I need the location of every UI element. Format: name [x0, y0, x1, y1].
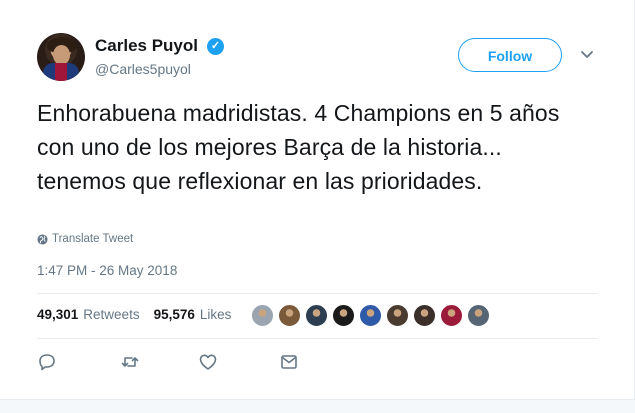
retweet-icon[interactable]: [120, 352, 140, 372]
divider: [37, 338, 597, 339]
profile-avatar[interactable]: [37, 33, 85, 81]
engagement-stats: 49,301 Retweets 95,576 Likes: [37, 307, 231, 322]
tweet-timestamp[interactable]: 1:47 PM - 26 May 2018: [37, 263, 177, 278]
tweet-text: Enhorabuena madridistas. 4 Champions en …: [37, 100, 560, 194]
translate-tweet-link[interactable]: Translate Tweet: [37, 233, 133, 245]
liker-avatar[interactable]: [332, 304, 355, 327]
display-name[interactable]: Carles Puyol: [95, 36, 198, 56]
liker-avatar[interactable]: [413, 304, 436, 327]
divider: [37, 293, 597, 294]
liker-avatars: [251, 304, 490, 327]
follow-button[interactable]: Follow: [458, 38, 562, 72]
translate-label: Translate Tweet: [52, 233, 134, 245]
likes-label[interactable]: Likes: [200, 307, 232, 322]
liker-avatar[interactable]: [278, 304, 301, 327]
liker-avatar[interactable]: [386, 304, 409, 327]
retweets-label[interactable]: Retweets: [83, 307, 139, 322]
tweet-actions: [37, 352, 307, 374]
user-handle[interactable]: @Carles5puyol: [95, 60, 191, 78]
chevron-down-icon[interactable]: [580, 50, 594, 60]
liker-avatar[interactable]: [440, 304, 463, 327]
globe-icon: [37, 233, 48, 245]
liker-avatar[interactable]: [359, 304, 382, 327]
verified-badge-icon: ✓: [207, 38, 224, 55]
liker-avatar[interactable]: [251, 304, 274, 327]
retweets-count[interactable]: 49,301: [37, 307, 78, 322]
direct-message-icon[interactable]: [279, 352, 299, 372]
like-icon[interactable]: [198, 352, 218, 372]
liker-avatar[interactable]: [305, 304, 328, 327]
liker-avatar[interactable]: [467, 304, 490, 327]
page-background-strip: [0, 399, 635, 413]
tweet-card: Carles Puyol ✓ @Carles5puyol Follow Enho…: [0, 0, 635, 413]
likes-count[interactable]: 95,576: [154, 307, 195, 322]
reply-icon[interactable]: [37, 352, 57, 372]
